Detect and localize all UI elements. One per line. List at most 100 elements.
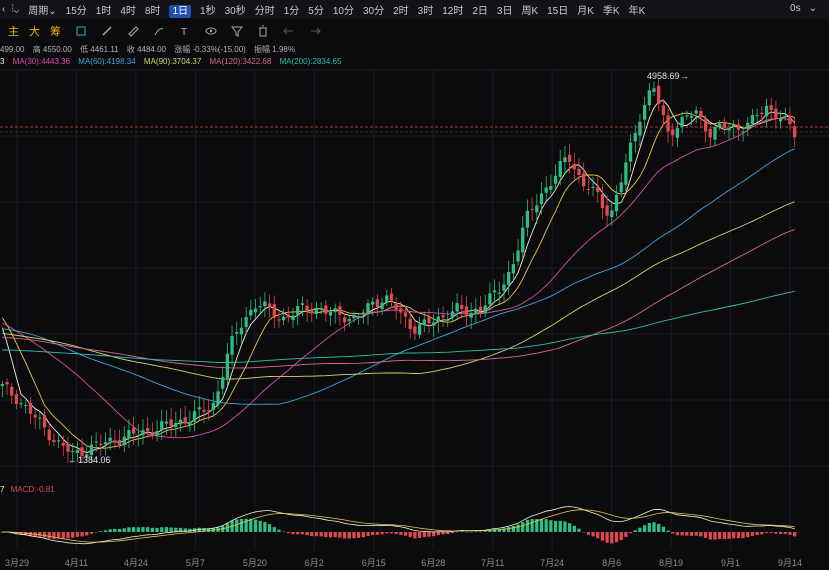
candle-body (202, 409, 206, 412)
tab-big[interactable]: 大 (29, 23, 40, 39)
ma200-label: MA(200):2834.65 (279, 57, 342, 66)
macd-bar (750, 532, 755, 536)
candle-body (652, 88, 656, 92)
interval-19[interactable]: 月K (577, 6, 594, 17)
candle-body (216, 391, 220, 405)
pencil-icon[interactable] (101, 25, 113, 37)
undo-icon[interactable] (283, 25, 295, 37)
macd-bar (657, 523, 661, 532)
interval-6[interactable]: 30秒 (225, 6, 246, 17)
candle-body (188, 421, 192, 426)
candle-body (33, 414, 37, 418)
macd-bar (455, 531, 459, 533)
expand-icon[interactable]: ⌄ (809, 3, 817, 14)
interval-10[interactable]: 10分 (333, 6, 354, 17)
macd-bar (432, 532, 436, 537)
interval-17[interactable]: 周K (521, 6, 538, 17)
ohlc-readout: 499.00 高 4550.00 低 4461.11 收 4484.00 涨幅 … (0, 44, 301, 55)
macd-bar (258, 520, 262, 532)
tab-main[interactable]: 主 (8, 23, 19, 39)
interval-2[interactable]: 4时 (120, 6, 136, 17)
eye-icon[interactable] (205, 25, 217, 37)
macd-bar (699, 532, 703, 537)
interval-0[interactable]: 15分 (66, 6, 87, 17)
ma200-line (2, 290, 795, 363)
macd-panel (0, 506, 797, 545)
candle-body (361, 312, 365, 314)
interval-3[interactable]: 8时 (145, 6, 161, 17)
interval-13[interactable]: 3时 (418, 6, 434, 17)
crosshair-icon[interactable] (75, 25, 87, 37)
interval-21[interactable]: 年K (629, 6, 646, 17)
interval-12[interactable]: 2时 (393, 6, 409, 17)
period-label: 周期 (28, 5, 49, 17)
interval-4[interactable]: 1日 (169, 4, 192, 18)
interval-14[interactable]: 12时 (442, 6, 463, 17)
brush-icon[interactable] (153, 25, 165, 37)
x-tick-label: 6月2 (305, 558, 324, 568)
candle-body (394, 303, 398, 310)
interval-1[interactable]: 1时 (96, 6, 112, 17)
macd-bar (732, 532, 736, 539)
macd-bar (755, 532, 759, 535)
candle-body (61, 442, 65, 446)
ma-lead: 3 (0, 57, 5, 66)
candle-body (225, 353, 230, 379)
macd-bar (671, 532, 675, 534)
interval-8[interactable]: 1分 (284, 6, 300, 17)
candle-body (230, 336, 234, 355)
top-toolbar: ‹ ⫶⌄ 周期⌄ 15分 1时 4时 8时 1日 1秒 30秒 分时 1分 5分 10分 30分 2时 3… (0, 0, 829, 18)
back-icon[interactable]: ‹ (2, 4, 5, 15)
chart-style-icon[interactable]: ⫶⌄ (11, 4, 19, 15)
macd-bar (441, 532, 445, 535)
text-icon[interactable]: T (179, 25, 191, 37)
macd-bar (619, 532, 623, 541)
candle-body (446, 319, 450, 321)
macd-bar (783, 532, 787, 535)
candle-body (206, 410, 211, 412)
candle-body (178, 419, 183, 425)
interval-16[interactable]: 3日 (497, 6, 513, 17)
macd-bar (483, 531, 487, 532)
interval-9[interactable]: 5分 (308, 6, 324, 17)
macd-bar (741, 532, 745, 539)
macd-bar (324, 532, 328, 538)
interval-5[interactable]: 1秒 (200, 6, 216, 17)
candle-body (253, 308, 258, 313)
candle-body (464, 306, 469, 316)
interval-18[interactable]: 15日 (547, 6, 568, 17)
candle-body (352, 314, 356, 319)
ruler-icon[interactable] (127, 25, 139, 37)
candle-body (563, 157, 567, 163)
interval-7[interactable]: 分时 (255, 6, 275, 17)
interval-11[interactable]: 30分 (363, 6, 384, 17)
candle-body (385, 295, 389, 303)
macd-bar (417, 532, 422, 538)
macd-bar (685, 532, 689, 536)
macd-bar (591, 532, 595, 537)
macd-bar (403, 532, 408, 536)
filter-icon[interactable] (231, 25, 243, 37)
interval-15[interactable]: 2日 (472, 6, 488, 17)
macd-bar (638, 527, 642, 532)
candle-body (375, 299, 380, 307)
tab-chips[interactable]: 筹 (50, 23, 61, 39)
candle-body (305, 305, 309, 312)
macd-bar (567, 523, 572, 532)
candle-body (221, 377, 225, 389)
delete-icon[interactable] (257, 25, 269, 37)
interval-20[interactable]: 季K (603, 6, 620, 17)
macd-bar (66, 532, 70, 539)
candle-body (507, 272, 511, 285)
candle-body (436, 316, 440, 322)
macd-bar (113, 528, 117, 532)
candle-body (99, 443, 103, 446)
candle-body (244, 317, 248, 328)
drawing-toolbar: 主 大 筹 T (0, 20, 829, 42)
period-dropdown[interactable]: 周期⌄ (28, 2, 56, 17)
ma60-line (2, 148, 795, 405)
redo-icon[interactable] (309, 25, 321, 37)
chart-canvas[interactable]: 4958.69 → ← 1384.06 3月29 4月11 4月24 5月7 5月20 6… (0, 0, 829, 570)
candle-body (614, 194, 619, 212)
macd-bar (361, 532, 365, 538)
